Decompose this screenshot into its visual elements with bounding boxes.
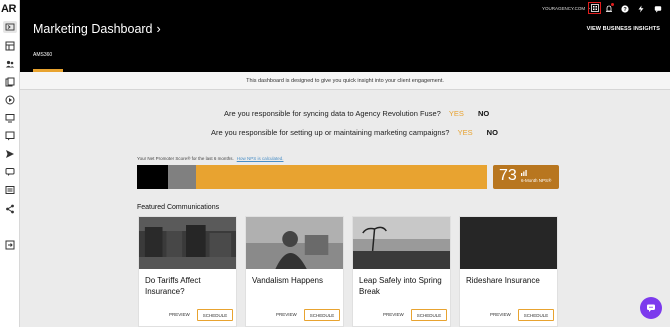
bar-chart-icon [521, 170, 528, 178]
page-title[interactable]: Marketing Dashboard › [33, 22, 161, 36]
nps-promoters-segment [196, 165, 487, 189]
view-business-insights-link[interactable]: VIEW BUSINESS INSIGHTS [587, 26, 660, 32]
preview-button[interactable]: PREVIEW [490, 312, 511, 317]
schedule-button[interactable]: SCHEDULE [197, 309, 233, 321]
card-title: Leap Safely into Spring Break [359, 276, 442, 296]
tab-ams360[interactable]: AMS360 [33, 52, 52, 58]
communication-card[interactable]: Leap Safely into Spring Break PREVIEW SC… [352, 216, 451, 327]
question-text: Are you responsible for setting up or ma… [211, 128, 450, 137]
contacts-icon[interactable] [4, 58, 16, 70]
nps-score-box: 73 6-Month NPS® [493, 165, 559, 189]
media-icon[interactable] [4, 94, 16, 106]
messages-icon[interactable] [4, 166, 16, 178]
card-image-spring-break [353, 217, 450, 269]
forms-icon[interactable] [4, 184, 16, 196]
header: Marketing Dashboard › YOURAGENCY.COM ⌄ ? … [20, 0, 670, 72]
nps-info-link[interactable]: How NPS is calculated. [237, 156, 284, 161]
nps-score-value: 73 [499, 167, 517, 184]
logo[interactable]: AR [1, 3, 20, 17]
nps-description: Your Net Promoter Score® for the last 6 … [137, 156, 234, 161]
help-icon[interactable]: ? [619, 3, 630, 14]
schedule-button[interactable]: SCHEDULE [411, 309, 447, 321]
question-campaigns: Are you responsible for setting up or ma… [211, 128, 498, 137]
schedule-button[interactable]: SCHEDULE [304, 309, 340, 321]
question-sync-data: Are you responsible for syncing data to … [224, 109, 489, 118]
card-title: Vandalism Happens [252, 276, 324, 285]
info-banner: This dashboard is designed to give you q… [20, 72, 670, 90]
sidebar: AR [0, 0, 20, 327]
bolt-icon[interactable] [635, 3, 646, 14]
card-title: Rideshare Insurance [466, 276, 540, 285]
schedule-button[interactable]: SCHEDULE [518, 309, 554, 321]
nps-passives-segment [168, 165, 197, 189]
nps-detractors-segment [137, 165, 169, 189]
share-icon[interactable] [4, 203, 16, 215]
exit-icon[interactable] [4, 239, 16, 251]
chat-bubble-icon [647, 304, 655, 312]
communication-card[interactable]: Rideshare Insurance PREVIEW SCHEDULE [459, 216, 558, 327]
chevron-right-icon: › [156, 22, 161, 36]
preview-button[interactable]: PREVIEW [276, 312, 297, 317]
no-button[interactable]: NO [478, 109, 489, 118]
communication-card[interactable]: Do Tariffs Affect Insurance? PREVIEW SCH… [138, 216, 237, 327]
reviews-icon[interactable] [4, 130, 16, 142]
nps-score-label: 6-Month NPS® [521, 178, 552, 183]
yes-button[interactable]: YES [458, 128, 473, 137]
question-text: Are you responsible for syncing data to … [224, 109, 441, 118]
send-icon[interactable] [4, 148, 16, 160]
chat-icon[interactable] [652, 3, 663, 14]
dashboard-icon[interactable] [4, 40, 16, 52]
featured-heading: Featured Communications [137, 204, 220, 211]
collapse-icon[interactable] [3, 21, 17, 33]
no-button[interactable]: NO [487, 128, 498, 137]
card-image-rideshare [460, 217, 557, 269]
campaigns-icon[interactable] [4, 76, 16, 88]
agency-name: YOURAGENCY.COM [542, 5, 586, 11]
yes-button[interactable]: YES [449, 109, 464, 118]
nps-label: Your Net Promoter Score® for the last 6 … [137, 156, 283, 161]
apps-icon[interactable] [588, 2, 601, 14]
preview-button[interactable]: PREVIEW [169, 312, 190, 317]
card-title: Do Tariffs Affect Insurance? [145, 276, 201, 296]
chat-widget-button[interactable] [640, 297, 662, 319]
preview-button[interactable]: PREVIEW [383, 312, 404, 317]
nps-distribution-bar [137, 165, 487, 189]
card-image-tariffs [139, 217, 236, 269]
notification-badge [611, 3, 614, 6]
communication-card[interactable]: Vandalism Happens PREVIEW SCHEDULE [245, 216, 344, 327]
notifications-icon[interactable] [603, 3, 614, 14]
card-image-vandalism [246, 217, 343, 269]
agency-selector[interactable]: YOURAGENCY.COM ⌄ [542, 5, 591, 11]
screen-icon[interactable] [4, 112, 16, 124]
page-title-text: Marketing Dashboard [33, 22, 153, 36]
